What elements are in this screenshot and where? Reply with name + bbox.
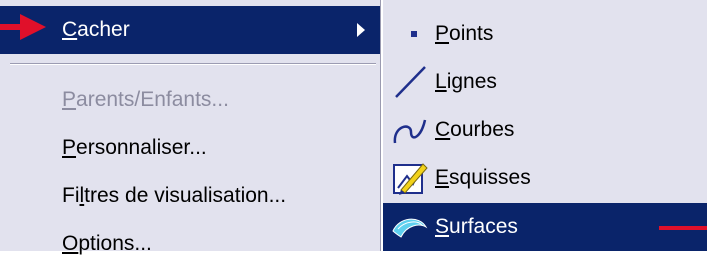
submenu-arrow-icon bbox=[357, 23, 365, 37]
pointer-line-icon bbox=[659, 226, 707, 230]
menu-item-options[interactable]: Options... bbox=[0, 220, 380, 268]
submenu-item-label: Lignes bbox=[435, 70, 497, 93]
curve-icon bbox=[393, 119, 427, 144]
menu-separator bbox=[10, 63, 376, 65]
submenu-item-lignes[interactable]: Lignes bbox=[383, 58, 707, 106]
submenu-item-courbes[interactable]: Courbes bbox=[383, 106, 707, 154]
sketch-icon bbox=[393, 163, 428, 195]
menu-item-label: Cacher bbox=[62, 18, 130, 41]
submenu-item-label: Points bbox=[435, 22, 494, 45]
menu-item-label: Personnaliser... bbox=[62, 136, 207, 159]
point-icon bbox=[411, 31, 417, 37]
submenu-item-label: Courbes bbox=[435, 118, 515, 141]
menu-item-label: Filtres de visualisation... bbox=[62, 184, 287, 207]
pointer-arrow-icon bbox=[0, 14, 46, 40]
surface-icon bbox=[392, 218, 428, 238]
menu-item-personnaliser[interactable]: Personnaliser... bbox=[0, 124, 380, 172]
menu-item-filtres-de-visualisation[interactable]: Filtres de visualisation... bbox=[0, 172, 380, 220]
menu-item-cacher[interactable]: Cacher bbox=[0, 6, 380, 54]
context-menu: Cacher Parents/Enfants... Personnaliser.… bbox=[0, 0, 381, 255]
submenu-item-points[interactable]: Points bbox=[383, 10, 707, 58]
submenu-item-surfaces[interactable]: Surfaces bbox=[383, 203, 707, 251]
menu-item-label: Options... bbox=[62, 232, 152, 255]
menu-item-parents-enfants: Parents/Enfants... bbox=[0, 76, 380, 124]
menu-item-label: Parents/Enfants... bbox=[62, 88, 229, 111]
submenu-item-label: Esquisses bbox=[435, 166, 531, 189]
line-icon bbox=[395, 66, 426, 98]
submenu-item-esquisses[interactable]: Esquisses bbox=[383, 154, 707, 202]
submenu-cacher: Points Lignes Courbes Esquisses Surfaces bbox=[381, 0, 707, 251]
submenu-item-label: Surfaces bbox=[435, 215, 518, 238]
